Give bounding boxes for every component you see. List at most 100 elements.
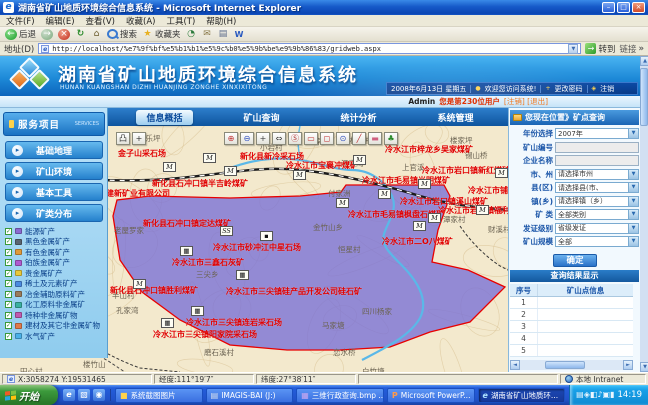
- taskbar-task[interactable]: e湖南省矿山地质环...: [478, 388, 566, 403]
- table-row[interactable]: 4: [510, 333, 633, 345]
- full-extent-icon[interactable]: +: [256, 132, 270, 145]
- media-icon[interactable]: ◉: [93, 389, 105, 401]
- address-dropdown-button[interactable]: ▼: [568, 44, 578, 54]
- back-button[interactable]: ←后退: [5, 28, 36, 40]
- taskbar-task[interactable]: PMicrosoft PowerP...: [387, 388, 475, 403]
- confirm-button[interactable]: 确定: [553, 254, 597, 267]
- mine-marker[interactable]: M: [203, 153, 216, 163]
- menu-item[interactable]: 工具(T): [166, 15, 195, 27]
- ie-icon[interactable]: e: [63, 389, 75, 401]
- checkbox-checked-icon[interactable]: ✓: [5, 291, 12, 298]
- scrollbar-thumb[interactable]: [640, 68, 648, 126]
- layer-item[interactable]: ✓铂族金属矿产: [2, 258, 108, 269]
- layer-item[interactable]: ✓能源矿产: [2, 226, 108, 237]
- mine-marker[interactable]: M: [163, 162, 176, 172]
- map-nav-button[interactable]: +: [132, 132, 146, 145]
- menu-item[interactable]: 帮助(H): [206, 15, 236, 27]
- mine-marker[interactable]: M: [476, 205, 489, 215]
- minimize-button[interactable]: –: [602, 2, 615, 13]
- mine-marker[interactable]: M: [495, 168, 508, 178]
- stop-button[interactable]: ×: [58, 29, 70, 40]
- dropdown-市、州[interactable]: 请选择市州▼: [555, 169, 639, 180]
- go-button[interactable]: → 转到: [585, 43, 615, 55]
- checkbox-checked-icon[interactable]: ✓: [5, 322, 12, 329]
- dropdown-镇(乡)[interactable]: 请选择镇（乡）▼: [555, 196, 639, 207]
- address-input[interactable]: e http://localhost/%e7%9f%bf%e5%b1%b1%e5…: [38, 43, 581, 54]
- sidebar-menu-矿山环境[interactable]: ▸矿山环境: [5, 162, 103, 180]
- mine-marker[interactable]: ▦: [161, 318, 174, 328]
- layer-item[interactable]: ✓黑色金属矿产: [2, 237, 108, 248]
- mine-marker[interactable]: M: [293, 170, 306, 180]
- zoom-in-icon[interactable]: ⊕: [224, 132, 238, 145]
- scroll-left-button[interactable]: ◄: [510, 360, 520, 370]
- links-button[interactable]: 链接»: [619, 43, 644, 55]
- taskbar-task[interactable]: ▦三维行政查询.bmp ...: [296, 388, 384, 403]
- checkbox-checked-icon[interactable]: ✓: [5, 312, 12, 319]
- logout-link[interactable]: 注销: [600, 84, 614, 94]
- dropdown-发证级别[interactable]: 省级发证▼: [555, 223, 639, 234]
- forward-button[interactable]: →: [41, 29, 53, 40]
- table-row[interactable]: 3: [510, 321, 633, 333]
- layer-item[interactable]: ✓贵金属矿产: [2, 268, 108, 279]
- start-button[interactable]: 开始: [0, 385, 58, 405]
- layer-item[interactable]: ✓冶金辅助原料矿产: [2, 289, 108, 300]
- mine-marker[interactable]: M: [336, 198, 349, 208]
- mine-marker[interactable]: M: [418, 179, 431, 189]
- deselect-rect-icon[interactable]: ◻: [320, 132, 334, 145]
- close-button[interactable]: ×: [632, 2, 645, 13]
- page-vertical-scrollbar[interactable]: ▲ ▼: [640, 56, 648, 372]
- layer-item[interactable]: ✓建材及其它非金属矿物: [2, 321, 108, 332]
- legend-icon[interactable]: ♣: [384, 132, 398, 145]
- mine-marker[interactable]: M: [378, 189, 391, 199]
- window-titlebar[interactable]: e 湖南省矿山地质环境综合信息系统 - Microsoft Internet E…: [0, 0, 648, 15]
- scroll-up-button[interactable]: ▲: [640, 56, 648, 66]
- table-row[interactable]: 2: [510, 309, 633, 321]
- display-icon[interactable]: ▣: [603, 390, 611, 399]
- tab-统计分析[interactable]: 统计分析: [330, 110, 386, 125]
- scroll-right-button[interactable]: ►: [623, 360, 633, 370]
- favorites-button[interactable]: ★收藏夹: [142, 28, 181, 40]
- history-button[interactable]: ◔: [186, 29, 197, 40]
- checkbox-checked-icon[interactable]: ✓: [5, 228, 12, 235]
- layer-item[interactable]: ✓有色金属矿产: [2, 247, 108, 258]
- layer-item[interactable]: ✓稀土及元素矿产: [2, 279, 108, 290]
- battery-icon[interactable]: ▮: [610, 390, 614, 399]
- table-row[interactable]: 5: [510, 345, 633, 357]
- dropdown-矿山规模[interactable]: 全部▼: [555, 236, 639, 247]
- layer-item[interactable]: ✓水气矿产: [2, 331, 108, 342]
- checkbox-checked-icon[interactable]: ✓: [5, 259, 12, 266]
- checkbox-checked-icon[interactable]: ✓: [5, 301, 12, 308]
- edit-button[interactable]: W: [234, 29, 245, 40]
- tab-矿山查询[interactable]: 矿山查询: [233, 110, 289, 125]
- select-rect-icon[interactable]: ▭: [304, 132, 318, 145]
- tab-信息概括[interactable]: 信息概括: [136, 110, 192, 125]
- menu-item[interactable]: 查看(V): [86, 15, 115, 27]
- eraser-icon[interactable]: ▬: [368, 132, 382, 145]
- menu-item[interactable]: 文件(F): [6, 15, 35, 27]
- sidebar-menu-矿类分布[interactable]: ▸矿类分布: [5, 204, 103, 222]
- logout-exit-links[interactable]: [注销] [退出]: [504, 96, 548, 107]
- mail-button[interactable]: ✉: [202, 29, 213, 40]
- checkbox-checked-icon[interactable]: ✓: [5, 270, 12, 277]
- search-button[interactable]: 搜索: [107, 28, 137, 40]
- mine-marker[interactable]: SS: [220, 226, 233, 236]
- change-password-link[interactable]: 更改密码: [555, 84, 583, 94]
- mine-marker[interactable]: M: [224, 166, 237, 176]
- panel-horizontal-scrollbar[interactable]: ◄ ►: [510, 360, 633, 370]
- scrollbar-thumb[interactable]: [545, 361, 585, 369]
- pan-icon[interactable]: ⇔: [272, 132, 286, 145]
- layer-item[interactable]: ✓化工原料非金属矿: [2, 300, 108, 311]
- map-nav-button[interactable]: 凸: [116, 132, 130, 145]
- sidebar-menu-基本工具[interactable]: ▸基本工具: [5, 183, 103, 201]
- print-button[interactable]: ▤: [218, 29, 229, 40]
- mine-marker[interactable]: ▪: [260, 231, 273, 241]
- checkbox-checked-icon[interactable]: ✓: [5, 249, 12, 256]
- checkbox-checked-icon[interactable]: ✓: [5, 238, 12, 245]
- mine-marker[interactable]: M: [353, 155, 366, 165]
- printer-icon[interactable]: ▤: [576, 390, 584, 399]
- dropdown-年份选择[interactable]: 2007年▼: [555, 128, 639, 139]
- menu-item[interactable]: 编辑(E): [46, 15, 75, 27]
- input-矿山编号[interactable]: [555, 142, 639, 153]
- checkbox-checked-icon[interactable]: ✓: [5, 280, 12, 287]
- layer-item[interactable]: ✓特种非金属矿物: [2, 310, 108, 321]
